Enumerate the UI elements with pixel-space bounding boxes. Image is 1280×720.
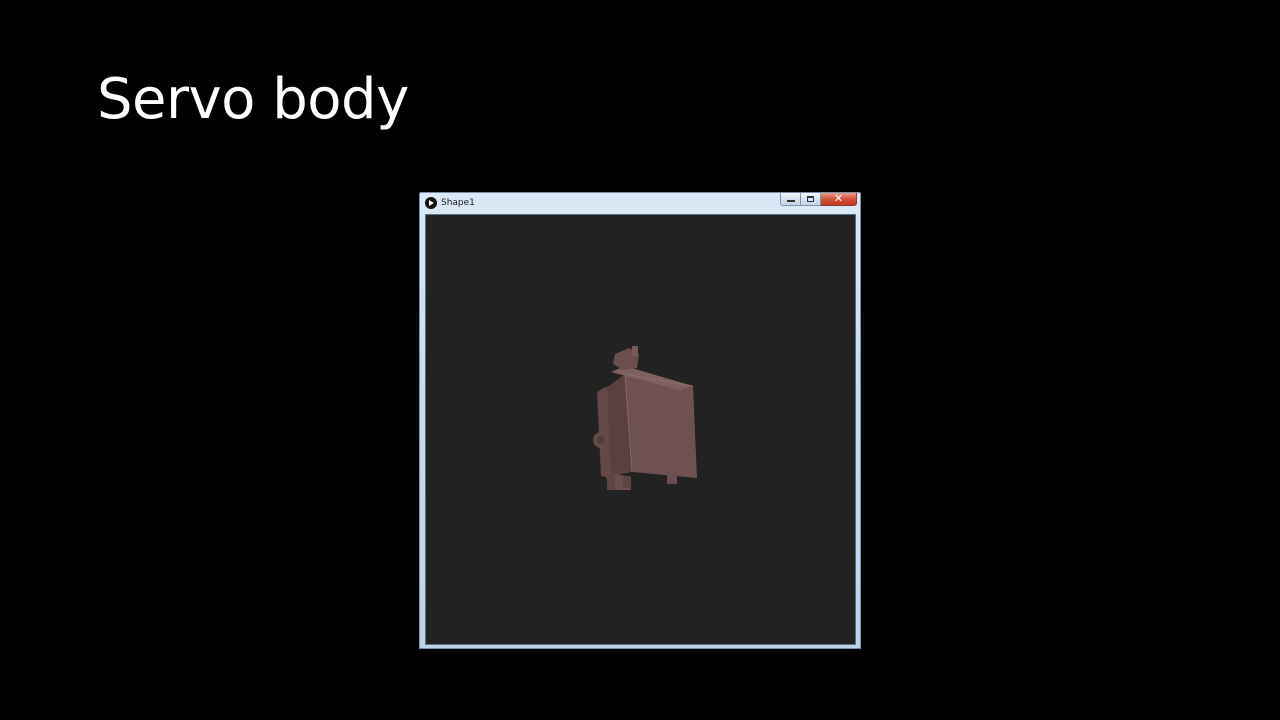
3d-viewport-canvas[interactable] [425, 214, 856, 645]
close-button[interactable]: ✕ [821, 192, 857, 206]
maximize-button[interactable] [801, 193, 821, 206]
servo-gland-inner [597, 436, 605, 444]
window-caption-buttons: ✕ [780, 192, 857, 206]
servo-front-face [625, 374, 697, 478]
close-icon: ✕ [833, 192, 844, 205]
servo-body-shape [593, 346, 697, 490]
servo-body-model [593, 346, 697, 490]
processing-play-icon[interactable] [425, 197, 437, 209]
servo-bottom-post-middle [623, 476, 631, 488]
maximize-icon [807, 196, 814, 202]
servo-bottom-foot [667, 472, 677, 484]
presentation-slide: Servo body Shape1 ✕ [0, 0, 1280, 720]
slide-title: Servo body [97, 67, 409, 132]
minimize-icon [787, 200, 795, 202]
minimize-button[interactable] [780, 193, 801, 206]
servo-top-post [632, 346, 638, 356]
window-title-bar[interactable]: Shape1 ✕ [420, 192, 860, 213]
servo-bottom-post-left [607, 474, 615, 490]
sketch-window[interactable]: Shape1 ✕ [419, 192, 861, 649]
window-title: Shape1 [441, 198, 475, 208]
